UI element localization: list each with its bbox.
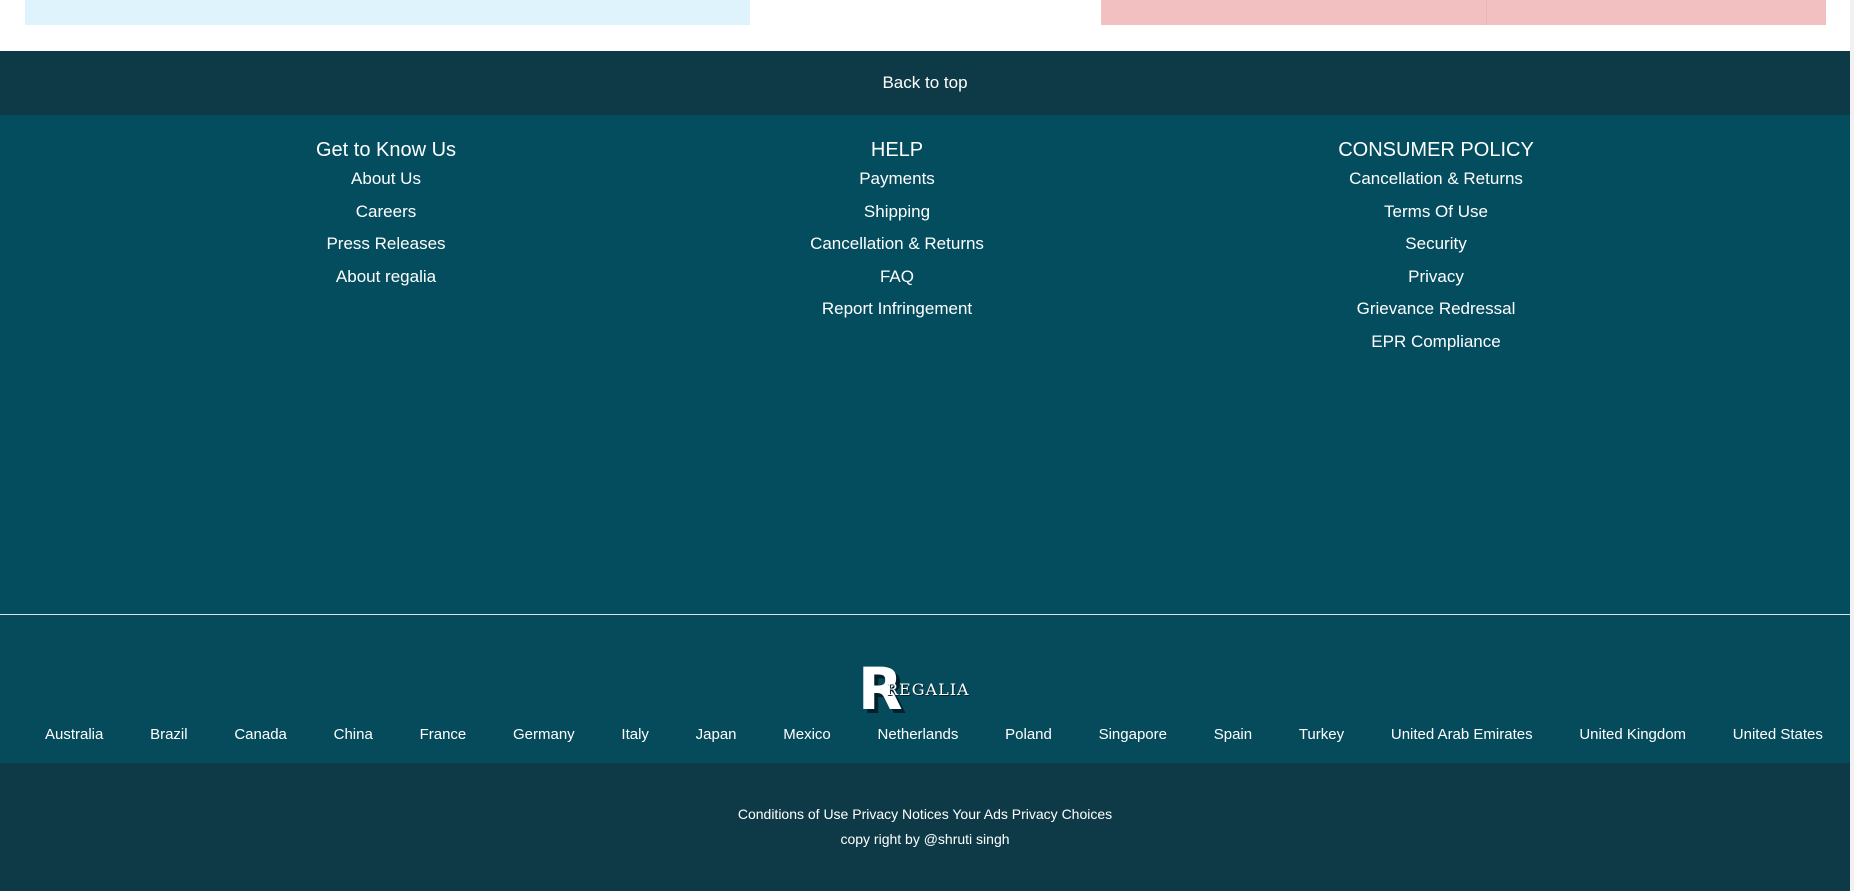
country-link-turkey[interactable]: Turkey [1299,726,1344,744]
footer-country-section: R REGALIA Australia Brazil Canada China … [0,615,1850,763]
footer-link-privacy[interactable]: Privacy [1286,266,1586,288]
back-to-top-button[interactable]: Back to top [0,51,1850,115]
back-to-top-label: Back to top [882,73,968,92]
footer-link-epr-compliance[interactable]: EPR Compliance [1286,331,1586,353]
footer-link-cancellation-returns[interactable]: Cancellation & Returns [1286,168,1586,190]
banner-divider [1486,0,1487,25]
logo-wordmark: REGALIA [886,680,970,699]
country-link-germany[interactable]: Germany [513,726,575,744]
country-list: Australia Brazil Canada China France Ger… [0,726,1850,744]
regalia-logo[interactable]: R REGALIA [858,660,970,720]
footer-link-grievance-redressal[interactable]: Grievance Redressal [1286,298,1586,320]
footer-link-cancellation-returns[interactable]: Cancellation & Returns [797,233,997,255]
footer-bottom-bar: Conditions of Use Privacy Notices Your A… [0,763,1850,891]
country-link-australia[interactable]: Australia [45,726,103,744]
legal-link-ads-privacy-choices[interactable]: Your Ads Privacy Choices [952,806,1112,822]
country-link-brazil[interactable]: Brazil [150,726,188,744]
country-link-canada[interactable]: Canada [234,726,287,744]
country-link-poland[interactable]: Poland [1005,726,1052,744]
country-link-singapore[interactable]: Singapore [1099,726,1167,744]
promo-banner-left[interactable] [25,0,750,25]
country-link-mexico[interactable]: Mexico [783,726,831,744]
legal-link-privacy-notices[interactable]: Privacy Notices [852,806,948,822]
country-link-china[interactable]: China [334,726,373,744]
footer-links-section: Get to Know Us About Us Careers Press Re… [0,115,1850,614]
country-link-france[interactable]: France [420,726,467,744]
country-link-united-arab-emirates[interactable]: United Arab Emirates [1391,726,1533,744]
country-link-italy[interactable]: Italy [621,726,649,744]
country-link-united-states[interactable]: United States [1733,726,1823,744]
legal-links: Conditions of Use Privacy Notices Your A… [0,805,1850,823]
footer-column-get-to-know-us: Get to Know Us About Us Careers Press Re… [286,137,486,298]
footer-link-about-regalia[interactable]: About regalia [286,266,486,288]
footer-column-help: HELP Payments Shipping Cancellation & Re… [797,137,997,331]
country-link-spain[interactable]: Spain [1214,726,1252,744]
top-banner-strip [0,0,1850,51]
footer-link-shipping[interactable]: Shipping [797,201,997,223]
footer-link-careers[interactable]: Careers [286,201,486,223]
country-link-united-kingdom[interactable]: United Kingdom [1579,726,1686,744]
column-title: HELP [870,139,924,161]
footer-column-consumer-policy: CONSUMER POLICY Cancellation & Returns T… [1286,137,1586,363]
page: Back to top Get to Know Us About Us Care… [0,0,1854,891]
footer-link-terms-of-use[interactable]: Terms Of Use [1286,201,1586,223]
footer-link-payments[interactable]: Payments [797,168,997,190]
promo-banner-right[interactable] [1101,0,1826,25]
footer-link-about-us[interactable]: About Us [286,168,486,190]
column-title: Get to Know Us [315,139,457,161]
footer-link-report-infringement[interactable]: Report Infringement [797,298,997,320]
country-link-netherlands[interactable]: Netherlands [878,726,959,744]
legal-link-conditions-of-use[interactable]: Conditions of Use [738,806,849,822]
column-title: CONSUMER POLICY [1338,139,1534,161]
footer-link-faq[interactable]: FAQ [797,266,997,288]
scrollbar[interactable] [1850,0,1854,891]
copyright-text: copy right by @shruti singh [840,831,1010,847]
footer-link-press-releases[interactable]: Press Releases [286,233,486,255]
footer-link-security[interactable]: Security [1286,233,1586,255]
country-link-japan[interactable]: Japan [696,726,737,744]
